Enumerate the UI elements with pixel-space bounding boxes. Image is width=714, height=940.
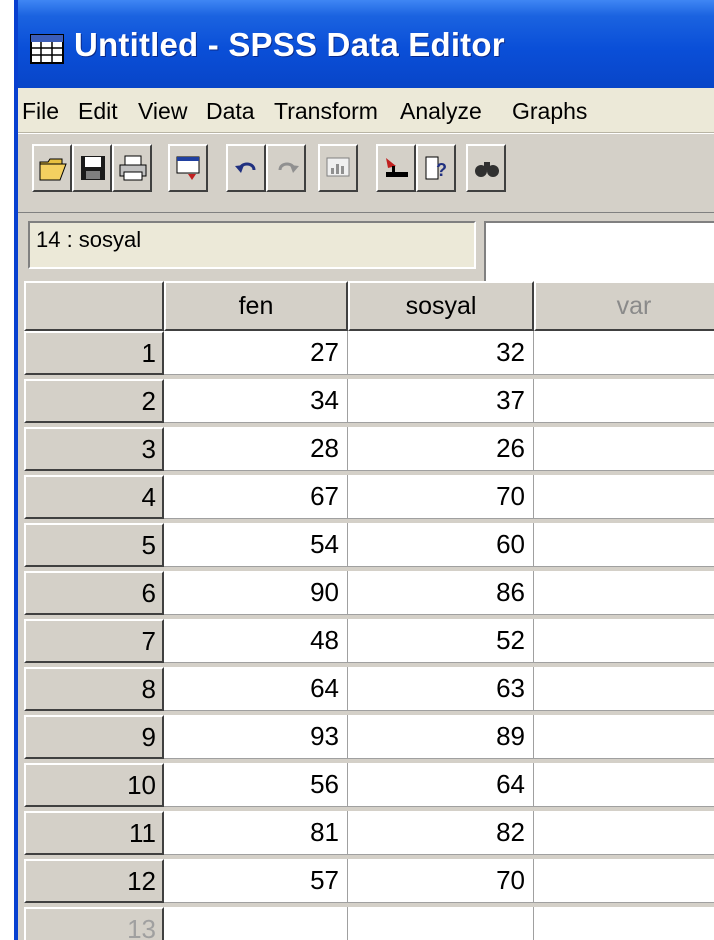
cell-fen[interactable]: 48 bbox=[164, 619, 348, 663]
row-header[interactable]: 10 bbox=[24, 763, 164, 807]
cell-fen[interactable]: 64 bbox=[164, 667, 348, 711]
row-header[interactable]: 8 bbox=[24, 667, 164, 711]
print-button[interactable] bbox=[112, 144, 152, 192]
cell-var[interactable] bbox=[534, 763, 714, 807]
menu-analyze[interactable]: Analyze bbox=[400, 98, 482, 125]
cell-fen[interactable] bbox=[164, 907, 348, 940]
goto-chart-icon bbox=[326, 157, 350, 177]
cell-fen[interactable]: 34 bbox=[164, 379, 348, 423]
dialog-recall-icon bbox=[176, 156, 200, 180]
cell-var[interactable] bbox=[534, 667, 714, 711]
cell-fen[interactable]: 90 bbox=[164, 571, 348, 615]
cell-fen[interactable]: 28 bbox=[164, 427, 348, 471]
goto-case-button[interactable] bbox=[376, 144, 416, 192]
grid-corner[interactable] bbox=[24, 281, 164, 331]
cell-fen[interactable]: 54 bbox=[164, 523, 348, 567]
cell-var[interactable] bbox=[534, 379, 714, 423]
cell-reference-field[interactable]: 14 : sosyal bbox=[28, 221, 476, 269]
svg-text:?: ? bbox=[436, 160, 447, 180]
redo-button[interactable] bbox=[266, 144, 306, 192]
row-header[interactable]: 13 bbox=[24, 907, 164, 940]
menu-transform[interactable]: Transform bbox=[274, 98, 378, 125]
column-header-fen[interactable]: fen bbox=[164, 281, 348, 331]
menu-view[interactable]: View bbox=[138, 98, 187, 125]
goto-chart-button[interactable] bbox=[318, 144, 358, 192]
row-header[interactable]: 12 bbox=[24, 859, 164, 903]
row-header[interactable]: 1 bbox=[24, 331, 164, 375]
save-button[interactable] bbox=[72, 144, 112, 192]
cell-sosyal[interactable]: 70 bbox=[348, 859, 534, 903]
cell-var[interactable] bbox=[534, 571, 714, 615]
row-header[interactable]: 11 bbox=[24, 811, 164, 855]
column-header-sosyal[interactable]: sosyal bbox=[348, 281, 534, 331]
cell-var[interactable] bbox=[534, 715, 714, 759]
cell-sosyal[interactable]: 82 bbox=[348, 811, 534, 855]
cell-sosyal[interactable]: 64 bbox=[348, 763, 534, 807]
spss-data-editor-window: SPSS Untitled - SPSS Data Editor File Ed… bbox=[14, 0, 714, 940]
menu-bar: File Edit View Data Transform Analyze Gr… bbox=[18, 88, 714, 133]
cell-fen[interactable]: 56 bbox=[164, 763, 348, 807]
find-button[interactable] bbox=[466, 144, 506, 192]
cell-fen[interactable]: 81 bbox=[164, 811, 348, 855]
cell-sosyal[interactable]: 60 bbox=[348, 523, 534, 567]
cell-sosyal[interactable]: 52 bbox=[348, 619, 534, 663]
cell-var[interactable] bbox=[534, 331, 714, 375]
find-icon bbox=[475, 162, 499, 177]
variables-icon: ? bbox=[425, 156, 447, 180]
print-icon bbox=[119, 155, 147, 181]
row-header[interactable]: 7 bbox=[24, 619, 164, 663]
cell-sosyal[interactable]: 37 bbox=[348, 379, 534, 423]
cell-sosyal[interactable]: 89 bbox=[348, 715, 534, 759]
open-file-icon bbox=[39, 158, 67, 181]
toolbar: ? bbox=[18, 133, 714, 213]
save-icon bbox=[81, 156, 105, 180]
menu-edit[interactable]: Edit bbox=[78, 98, 118, 125]
column-header-var[interactable]: var bbox=[534, 281, 714, 331]
menu-file[interactable]: File bbox=[22, 98, 59, 125]
row-header[interactable]: 6 bbox=[24, 571, 164, 615]
menu-graphs[interactable]: Graphs bbox=[512, 98, 587, 125]
undo-icon bbox=[235, 162, 256, 173]
row-header[interactable]: 3 bbox=[24, 427, 164, 471]
cell-sosyal[interactable]: 86 bbox=[348, 571, 534, 615]
cell-var[interactable] bbox=[534, 475, 714, 519]
cell-fen[interactable]: 57 bbox=[164, 859, 348, 903]
row-header[interactable]: 4 bbox=[24, 475, 164, 519]
cell-sosyal[interactable]: 70 bbox=[348, 475, 534, 519]
cell-editor-bar: 14 : sosyal bbox=[18, 213, 714, 281]
cell-sosyal[interactable] bbox=[348, 907, 534, 940]
cell-sosyal[interactable]: 32 bbox=[348, 331, 534, 375]
variables-button[interactable]: ? bbox=[416, 144, 456, 192]
cell-var[interactable] bbox=[534, 427, 714, 471]
cell-value-input[interactable] bbox=[484, 221, 714, 281]
dialog-recall-button[interactable] bbox=[168, 144, 208, 192]
row-header[interactable]: 9 bbox=[24, 715, 164, 759]
data-grid: fen sosyal var 1 27 32 2 34 37 3 28 26 4 67 70 5 54 60… bbox=[24, 281, 714, 940]
cell-var[interactable] bbox=[534, 907, 714, 940]
title-bar[interactable]: SPSS Untitled - SPSS Data Editor bbox=[18, 0, 714, 88]
goto-case-icon bbox=[386, 158, 408, 177]
row-header[interactable]: 5 bbox=[24, 523, 164, 567]
menu-data[interactable]: Data bbox=[206, 98, 255, 125]
undo-button[interactable] bbox=[226, 144, 266, 192]
cell-var[interactable] bbox=[534, 859, 714, 903]
row-header[interactable]: 2 bbox=[24, 379, 164, 423]
open-file-button[interactable] bbox=[32, 144, 72, 192]
cell-sosyal[interactable]: 26 bbox=[348, 427, 534, 471]
cell-fen[interactable]: 67 bbox=[164, 475, 348, 519]
cell-fen[interactable]: 27 bbox=[164, 331, 348, 375]
cell-var[interactable] bbox=[534, 523, 714, 567]
cell-var[interactable] bbox=[534, 811, 714, 855]
redo-icon bbox=[278, 162, 299, 173]
cell-var[interactable] bbox=[534, 619, 714, 663]
cell-sosyal[interactable]: 63 bbox=[348, 667, 534, 711]
cell-fen[interactable]: 93 bbox=[164, 715, 348, 759]
window-title: Untitled - SPSS Data Editor bbox=[74, 26, 505, 63]
spss-data-editor-icon: SPSS bbox=[30, 34, 64, 64]
